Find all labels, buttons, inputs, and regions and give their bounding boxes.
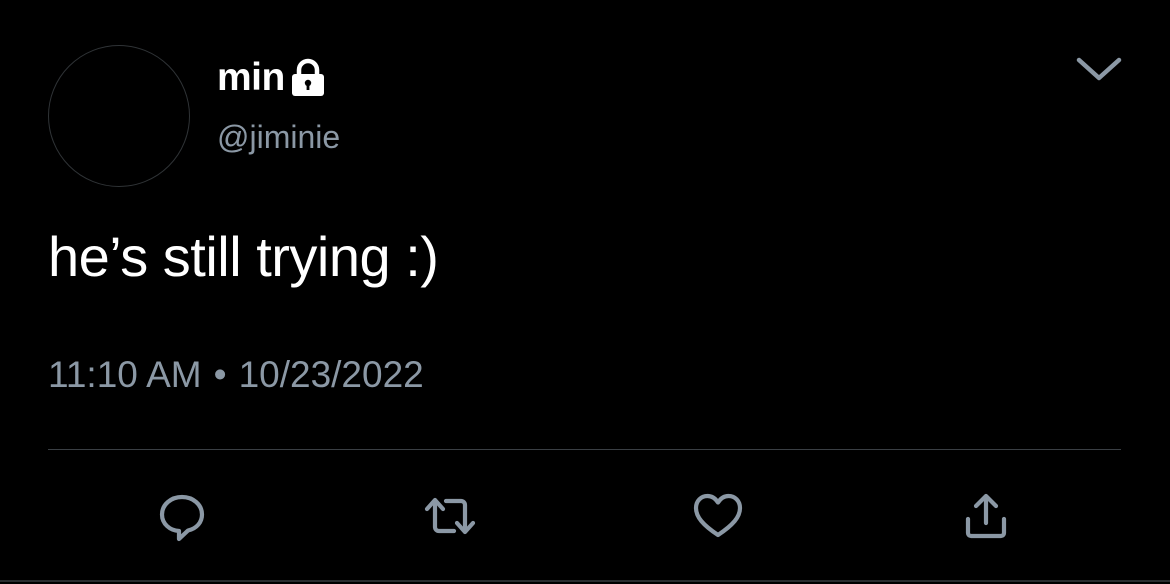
tweet-timestamp[interactable]: 11:10 AM • 10/23/2022 (48, 352, 424, 398)
display-name[interactable]: min (217, 56, 285, 100)
tweet-date: 10/23/2022 (238, 354, 424, 395)
author-name-row: min (217, 56, 327, 100)
lock-icon (289, 58, 327, 98)
chevron-down-icon[interactable] (1074, 52, 1124, 86)
meta-separator: • (213, 354, 227, 395)
author-handle[interactable]: @jiminie (217, 117, 340, 157)
action-bar (0, 486, 1170, 546)
reply-icon (159, 494, 205, 542)
bottom-border (0, 580, 1170, 582)
divider (48, 449, 1121, 450)
reply-button[interactable] (152, 486, 212, 546)
share-button[interactable] (956, 486, 1016, 546)
tweet-text: he’s still trying :) (48, 225, 439, 288)
share-icon (965, 493, 1007, 539)
retweet-icon (424, 497, 476, 535)
tweet-card: min @jiminie he’s still trying :) 11:10 … (0, 0, 1170, 584)
tweet-time: 11:10 AM (48, 354, 202, 395)
avatar[interactable] (48, 45, 190, 187)
retweet-button[interactable] (420, 486, 480, 546)
like-button[interactable] (688, 486, 748, 546)
heart-icon (693, 493, 743, 538)
